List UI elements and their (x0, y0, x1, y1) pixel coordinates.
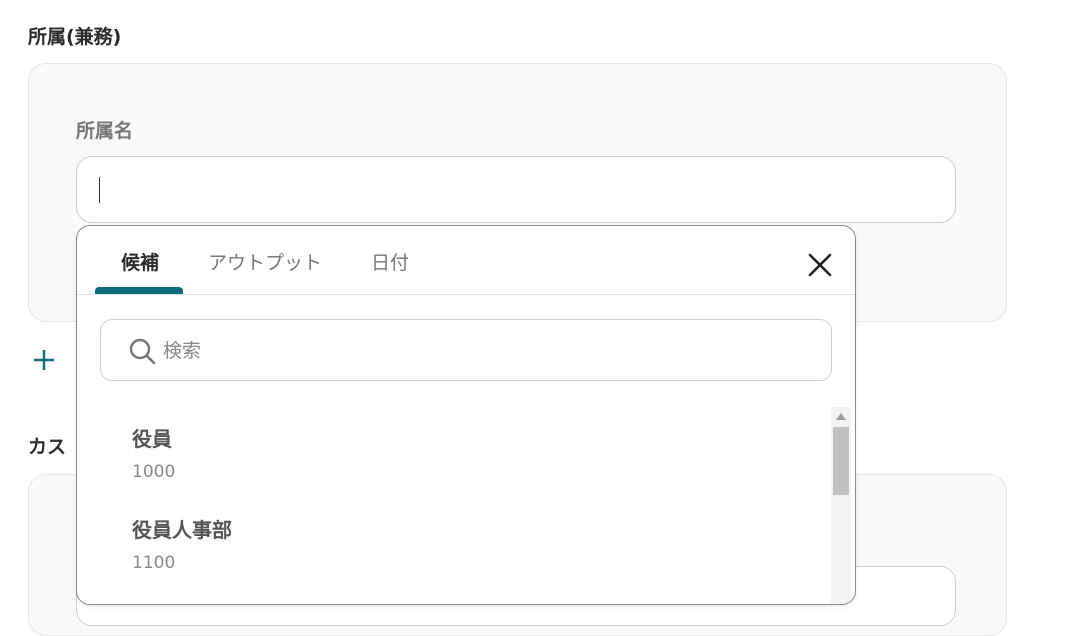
plus-icon[interactable] (32, 348, 56, 372)
tab-output[interactable]: アウトプット (208, 248, 322, 275)
item-code: 1000 (132, 462, 176, 482)
search-input[interactable] (161, 334, 805, 368)
active-tab-indicator (95, 287, 183, 294)
item-name: 役員 (132, 427, 172, 451)
list-item[interactable]: 役員 1000 (132, 423, 175, 482)
search-field[interactable] (100, 319, 832, 381)
item-name: 役員人事部 (132, 518, 232, 542)
list-scrollbar[interactable] (831, 407, 851, 604)
close-icon[interactable] (805, 250, 835, 280)
affiliation-name-input[interactable] (76, 156, 956, 223)
tab-date[interactable]: 日付 (371, 248, 409, 275)
item-code: 1100 (132, 553, 176, 573)
scroll-up-arrow-icon[interactable] (836, 413, 846, 420)
text-caret (99, 177, 100, 203)
suggestion-dropdown: 候補 アウトプット 日付 役員 1000 役員人事部 1100 (76, 225, 856, 605)
tab-suggestions[interactable]: 候補 (121, 248, 159, 275)
dropdown-tabs: 候補 アウトプット 日付 (77, 226, 855, 295)
scroll-thumb[interactable] (833, 427, 849, 495)
section-title-custom: カス (28, 436, 67, 458)
search-icon (129, 338, 156, 365)
section-title-affiliation: 所属(兼務) (28, 26, 122, 48)
affiliation-name-label: 所属名 (76, 120, 134, 142)
list-item[interactable]: 役員人事部 1100 (132, 514, 232, 573)
